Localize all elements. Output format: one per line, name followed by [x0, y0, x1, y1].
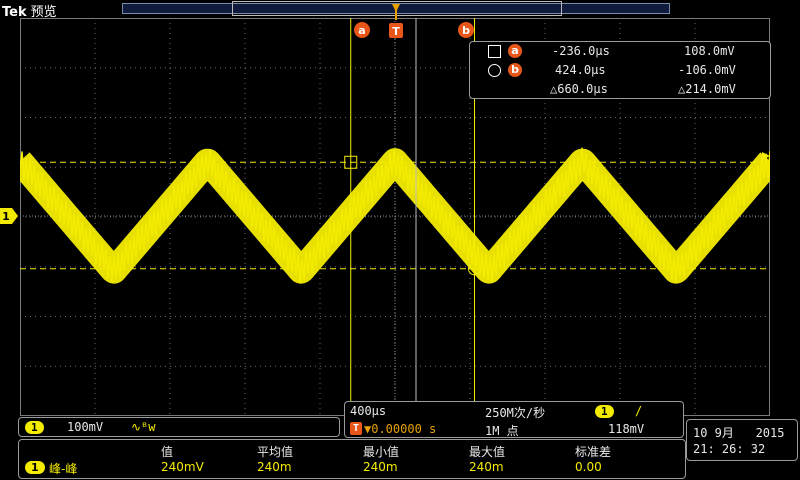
vertical-scale: 100mV [67, 420, 104, 434]
header-value: 值 [161, 445, 174, 459]
horizontal-trigger-panel[interactable]: 400µs 250M次/秒 1 / T ▼0.00000 s 1M 点 118m… [344, 401, 684, 438]
cursor-b-marker[interactable]: b [458, 22, 474, 38]
trigger-channel-badge: 1 [595, 405, 614, 418]
circle-cursor-icon [488, 64, 501, 77]
header-stddev: 标准差 [575, 445, 612, 459]
channel-status-bar[interactable]: 1 100mV ∿ᴮw [18, 417, 340, 437]
cursor-a-badge: a [508, 44, 522, 58]
record-length: 1M 点 [485, 424, 519, 438]
cursor-b-volt: -106.0mV [678, 63, 736, 77]
value-mean: 240m [257, 460, 292, 474]
cursor-a-label: a [358, 24, 365, 37]
sample-rate: 250M次/秒 [485, 406, 546, 420]
time: 21: 26: 32 [693, 442, 766, 456]
cursor-b-label: b [462, 24, 470, 37]
header-max: 最大值 [469, 445, 506, 459]
timebase: 400µs [350, 404, 387, 418]
cursor-a-volt: 108.0mV [684, 44, 735, 58]
trigger-level: 118mV [608, 422, 645, 436]
bandwidth-limit-icon: ∿ᴮw [131, 420, 156, 434]
square-cursor-icon [488, 45, 501, 58]
value-current: 240mV [161, 460, 204, 474]
trigger-t-icon: T [350, 422, 362, 435]
trigger-label: T [392, 25, 400, 38]
channel-1-ground-marker[interactable]: 1 [0, 208, 18, 224]
trigger-position-marker[interactable]: T [389, 4, 403, 38]
value-min: 240m [363, 460, 398, 474]
date-time-panel: 10 9月 2015 21: 26: 32 [686, 419, 798, 461]
cursor-b-badge: b [508, 63, 522, 77]
value-max: 240m [469, 460, 504, 474]
cursor-a-marker[interactable]: a [354, 22, 370, 38]
header-min: 最小值 [363, 445, 400, 459]
channel-1-marker-label: 1 [2, 210, 10, 223]
measurement-channel-badge: 1 [25, 461, 45, 474]
delta-time: △660.0µs [550, 82, 608, 96]
cursor-readout-panel[interactable]: a -236.0µs 108.0mV b 424.0µs -106.0mV △6… [469, 41, 771, 99]
date: 10 9月 2015 [693, 426, 785, 440]
trigger-slope-icon: / [635, 404, 643, 418]
header-mean: 平均值 [257, 445, 294, 459]
cursor-b-time: 424.0µs [555, 63, 606, 77]
value-stddev: 0.00 [575, 460, 602, 474]
cursor-a-time: -236.0µs [552, 44, 610, 58]
measurement-table[interactable]: 值 平均值 最小值 最大值 标准差 1 峰-峰 240mV 240m 240m … [18, 439, 686, 479]
triangle-left-icon [762, 152, 770, 160]
measurement-name: 峰-峰 [49, 462, 78, 476]
delta-volt: △214.0mV [678, 82, 736, 96]
channel-1-badge: 1 [25, 421, 44, 434]
trigger-position: ▼0.00000 s [364, 422, 437, 436]
